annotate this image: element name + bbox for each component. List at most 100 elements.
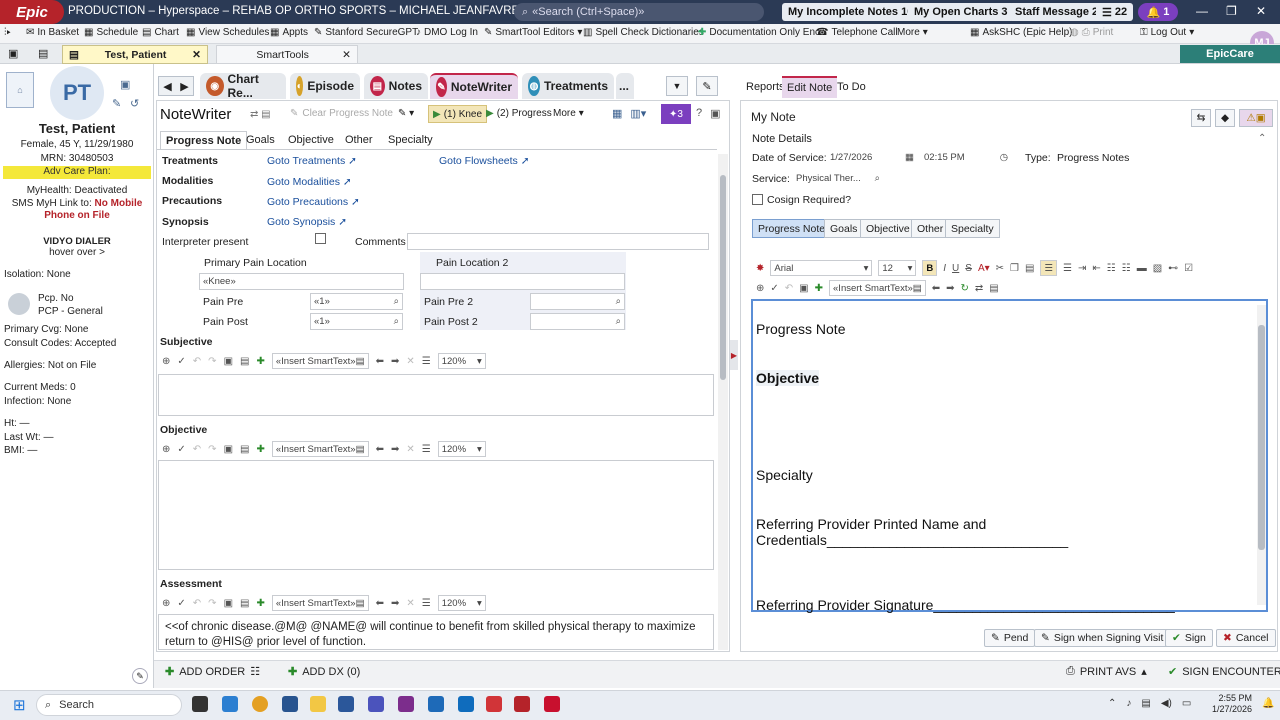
teams-icon[interactable] <box>368 696 384 712</box>
clear-icon[interactable]: ✕ <box>406 598 414 609</box>
toolbar-help[interactable]: ▦ AskSHC (Epic Help) <box>970 27 1072 38</box>
assessment-editor[interactable]: <<of chronic disease.@M@ @NAME@ will con… <box>158 614 714 650</box>
arrow-right-icon[interactable]: ➡ <box>946 283 954 294</box>
toolbar-menu-icon[interactable]: ⫶▸ <box>4 27 11 38</box>
windows-start-icon[interactable]: ⊞ <box>13 696 26 714</box>
toolbar-logout[interactable]: ⚿ Log Out ▾ <box>1140 27 1194 38</box>
note-tab-goals[interactable]: Goals <box>824 219 864 238</box>
arrow-left-icon[interactable]: ⬅ <box>376 598 384 609</box>
epic-logo[interactable]: Epic <box>0 0 64 24</box>
toolbar-more[interactable]: More ▾ <box>897 27 928 38</box>
smartlink-icon[interactable]: ▣ <box>224 598 233 609</box>
subtab-other[interactable]: Other <box>340 131 378 149</box>
search-icon[interactable]: ⌕ <box>616 296 621 307</box>
zoom-icon[interactable]: ⊕ <box>162 356 170 367</box>
goto-precautions-link[interactable]: Goto Precautions ➚ <box>267 196 360 208</box>
list-icon[interactable]: ☰ <box>422 356 431 367</box>
staff-message-button[interactable]: Staff Message 2 <box>1009 3 1105 21</box>
search-icon[interactable]: ⌕ <box>394 296 399 307</box>
spellcheck-icon[interactable]: ✓ <box>177 444 185 455</box>
chevron-up-icon[interactable]: ⌃ <box>1108 698 1116 709</box>
tab-notewriter[interactable]: ✎ NoteWriter <box>430 73 518 99</box>
smarttools-tab[interactable]: SmartTools ✕ <box>216 45 358 64</box>
more-dropdown[interactable]: More ▾ <box>553 108 584 119</box>
type-value[interactable]: Progress Notes <box>1057 152 1129 164</box>
smartlist-icon[interactable]: ▤ <box>240 598 249 609</box>
window-icon[interactable]: ▣ <box>710 107 720 120</box>
smartlist-icon[interactable]: ▤ <box>240 356 249 367</box>
print-avs-button[interactable]: ⎙ PRINT AVS ▴ <box>1066 665 1147 678</box>
underline-icon[interactable]: U <box>952 263 959 274</box>
subtab-progress-note[interactable]: Progress Note <box>160 131 248 149</box>
toolbar-schedule[interactable]: ▦ Schedule <box>84 27 138 38</box>
subtab-goals[interactable]: Goals <box>241 131 280 149</box>
note-scrollbar-thumb[interactable] <box>1258 325 1265 550</box>
add-icon[interactable]: ✚ <box>815 283 823 294</box>
toolbar-chart[interactable]: ▤ Chart <box>142 27 179 38</box>
wrench-icon[interactable]: ✎ <box>696 76 718 96</box>
toolbar-telephone-call[interactable]: ☎ Telephone Call <box>816 27 898 38</box>
tab-edit-note[interactable]: Edit Note <box>782 76 838 98</box>
pain-location-2-input[interactable] <box>420 273 625 290</box>
align-left-icon[interactable]: ☰ <box>1040 260 1057 276</box>
smartlink-icon[interactable]: ▣ <box>224 444 233 455</box>
toolbar-smarttool-editors[interactable]: ✎ SmartTool Editors ▾ <box>484 27 582 38</box>
splitter-handle[interactable]: ▶ <box>730 340 738 370</box>
help-icon[interactable]: ? <box>696 107 702 120</box>
patient-tab[interactable]: ▤ Test, Patient ✕ <box>62 45 208 64</box>
arrow-right-icon[interactable]: ➡ <box>391 444 399 455</box>
ai-assist-icon[interactable]: ✦3 <box>661 104 691 124</box>
app-icon[interactable] <box>282 696 298 712</box>
close-icon[interactable]: ✕ <box>1256 4 1266 18</box>
note-tab-objective[interactable]: Objective <box>860 219 916 238</box>
collapse-icon[interactable]: ⌃ <box>1258 133 1266 144</box>
refresh-icon[interactable]: ⇄ ▤ <box>250 109 271 120</box>
font-size-select[interactable]: 12 ▾ <box>878 260 917 276</box>
pen-dropdown-icon[interactable]: ✎ ▾ <box>398 108 414 119</box>
patient-name[interactable]: Test, Patient <box>0 121 154 136</box>
storyboard-edit-icon[interactable]: ✎ <box>132 668 148 684</box>
volume-icon[interactable]: ◀) <box>1161 698 1172 709</box>
strikethrough-icon[interactable]: S <box>965 263 972 274</box>
font-select[interactable]: Arial ▾ <box>770 260 873 276</box>
scrollbar-thumb[interactable] <box>720 175 726 380</box>
arrow-left-icon[interactable]: ⬅ <box>932 283 940 294</box>
image-icon[interactable]: ▧ <box>1153 263 1162 274</box>
template-icon[interactable]: ▤ <box>989 283 998 294</box>
sign-button[interactable]: ✔ Sign <box>1165 629 1213 647</box>
spellcheck-icon[interactable]: ✓ <box>177 598 185 609</box>
subtab-objective[interactable]: Objective <box>283 131 339 149</box>
search-icon[interactable]: ⌕ <box>875 173 880 184</box>
knee-button[interactable]: ▶ (1) Knee <box>428 105 488 123</box>
onenote-icon[interactable] <box>398 696 414 712</box>
clock[interactable]: 2:55 PM 1/27/2026 <box>1196 693 1252 715</box>
clear-progress-note[interactable]: ✎ Clear Progress Note <box>290 108 393 119</box>
redo-icon[interactable]: ↷ <box>208 444 216 455</box>
mic-icon[interactable]: ♪ <box>1126 698 1131 709</box>
tab-chart-review[interactable]: ◉ Chart Re... <box>200 72 286 100</box>
edit-icon[interactable]: ✎ <box>112 97 121 110</box>
network-icon[interactable]: ▤ <box>1141 698 1150 709</box>
grid-icon[interactable]: ▦ <box>612 107 622 120</box>
sign-when-signing-visit-button[interactable]: ✎ Sign when Signing Visit <box>1034 629 1171 647</box>
insert-smarttext[interactable]: «Insert SmartText» ▤ <box>271 441 369 457</box>
clock-icon[interactable]: ◷ <box>1000 152 1008 163</box>
zoom-select[interactable]: 120% ▾ <box>437 441 486 457</box>
chrome-icon[interactable] <box>252 696 268 712</box>
italic-icon[interactable]: I <box>943 263 946 274</box>
global-search[interactable]: ⌕ «Search (Ctrl+Space)» <box>514 3 764 21</box>
indent-icon[interactable]: ⇥ <box>1078 263 1086 274</box>
patient-avatar[interactable]: PT <box>50 66 104 120</box>
close-icon[interactable]: ✕ <box>192 49 201 61</box>
undo-icon[interactable]: ↶ <box>193 598 201 609</box>
insert-smarttext[interactable]: «Insert SmartText» ▤ <box>271 595 369 611</box>
smartlist-icon[interactable]: ▤ <box>240 444 249 455</box>
sign-encounter-button[interactable]: ✔ SIGN ENCOUNTER <box>1168 665 1280 679</box>
vidyo-hover[interactable]: hover over > <box>0 247 154 258</box>
transfer-icon[interactable]: ⇄ <box>975 283 983 294</box>
arrow-left-icon[interactable]: ⬅ <box>376 444 384 455</box>
search-icon[interactable]: ⌕ <box>394 316 399 327</box>
snip-icon[interactable] <box>428 696 444 712</box>
refresh-icon[interactable]: ↻ <box>961 283 969 294</box>
font-color-icon[interactable]: A▾ <box>978 263 990 274</box>
